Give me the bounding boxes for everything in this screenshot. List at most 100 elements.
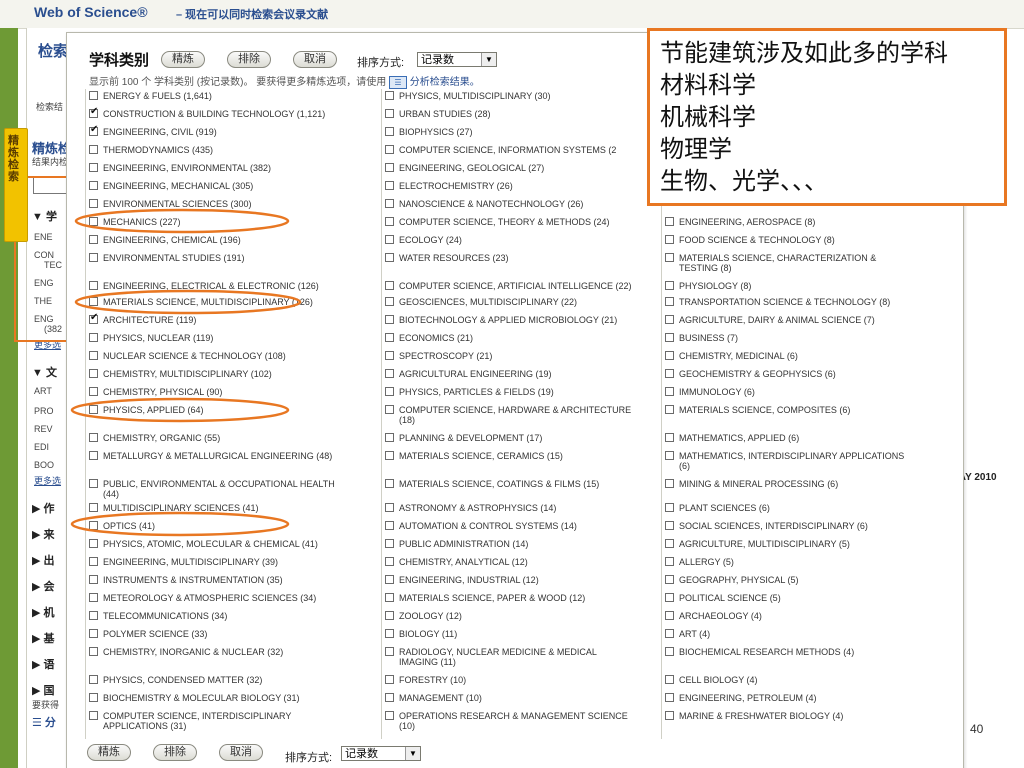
category-checkbox[interactable] (89, 235, 98, 244)
category-checkbox[interactable] (665, 235, 674, 244)
category-checkbox[interactable] (89, 107, 98, 118)
category-label[interactable]: PHYSICS, CONDENSED MATTER (32) (103, 675, 262, 685)
category-label[interactable]: CHEMISTRY, MULTIDISCIPLINARY (102) (103, 369, 272, 379)
category-label[interactable]: BIOPHYSICS (27) (399, 127, 473, 137)
category-checkbox[interactable] (665, 557, 674, 566)
category-checkbox[interactable] (385, 145, 394, 154)
category-checkbox[interactable] (385, 693, 394, 702)
bg-section[interactable]: ▶ 会 (32, 578, 55, 594)
category-checkbox[interactable] (89, 451, 98, 460)
category-checkbox[interactable] (385, 369, 394, 378)
refine-side-tab[interactable]: 精炼检索 (4, 128, 28, 242)
category-checkbox[interactable] (665, 539, 674, 548)
category-label[interactable]: CELL BIOLOGY (4) (679, 675, 758, 685)
category-checkbox[interactable] (665, 503, 674, 512)
category-checkbox[interactable] (385, 297, 394, 306)
category-label[interactable]: ENGINEERING, AEROSPACE (8) (679, 217, 815, 227)
bg-section-doctype[interactable]: ▼ 文 (32, 364, 57, 380)
category-checkbox[interactable] (385, 521, 394, 530)
category-checkbox[interactable] (385, 181, 394, 190)
category-label[interactable]: FOOD SCIENCE & TECHNOLOGY (8) (679, 235, 835, 245)
category-label[interactable]: PHYSICS, ATOMIC, MOLECULAR & CHEMICAL (4… (103, 539, 318, 549)
category-label[interactable]: METALLURGY & METALLURGICAL ENGINEERING (… (103, 451, 332, 461)
category-label[interactable]: MULTIDISCIPLINARY SCIENCES (41) (103, 503, 259, 513)
category-checkbox[interactable] (665, 575, 674, 584)
category-label[interactable]: ASTRONOMY & ASTROPHYSICS (14) (399, 503, 556, 513)
category-label[interactable]: PUBLIC ADMINISTRATION (14) (399, 539, 528, 549)
sort-select[interactable]: 记录数 ▼ (417, 52, 497, 67)
category-checkbox[interactable] (385, 503, 394, 512)
category-label[interactable]: MATERIALS SCIENCE, MULTIDISCIPLINARY (12… (103, 297, 313, 307)
category-label[interactable]: MATERIALS SCIENCE, PAPER & WOOD (12) (399, 593, 585, 603)
category-label[interactable]: ECONOMICS (21) (399, 333, 473, 343)
category-checkbox[interactable] (665, 479, 674, 488)
category-checkbox[interactable] (89, 675, 98, 684)
category-label[interactable]: BIOCHEMICAL RESEARCH METHODS (4) (679, 647, 854, 657)
category-label[interactable]: MATERIALS SCIENCE, COATINGS & FILMS (15) (399, 479, 599, 489)
category-label[interactable]: INSTRUMENTS & INSTRUMENTATION (35) (103, 575, 283, 585)
category-label[interactable]: AGRICULTURE, DAIRY & ANIMAL SCIENCE (7) (679, 315, 875, 325)
category-label[interactable]: TELECOMMUNICATIONS (34) (103, 611, 227, 621)
analyze-icon[interactable]: ☰ (389, 75, 408, 89)
category-checkbox[interactable] (89, 163, 98, 172)
category-label[interactable]: GEOGRAPHY, PHYSICAL (5) (679, 575, 799, 585)
category-checkbox[interactable] (385, 315, 394, 324)
category-label[interactable]: ENVIRONMENTAL SCIENCES (300) (103, 199, 252, 209)
bg-section[interactable]: ▶ 机 (32, 604, 55, 620)
category-checkbox[interactable] (665, 451, 674, 460)
category-checkbox[interactable] (665, 405, 674, 414)
category-checkbox[interactable] (385, 387, 394, 396)
category-label[interactable]: ENGINEERING, CIVIL (919) (103, 127, 217, 137)
category-label[interactable]: COMPUTER SCIENCE, INFORMATION SYSTEMS (2 (399, 145, 616, 155)
category-label[interactable]: MANAGEMENT (10) (399, 693, 482, 703)
category-label-cont[interactable]: APPLICATIONS (31) (103, 721, 186, 731)
category-checkbox[interactable] (89, 521, 98, 530)
category-label[interactable]: ENGINEERING, INDUSTRIAL (12) (399, 575, 539, 585)
category-checkbox[interactable] (665, 593, 674, 602)
category-label[interactable]: ENVIRONMENTAL STUDIES (191) (103, 253, 245, 263)
category-checkbox[interactable] (665, 369, 674, 378)
category-label-cont[interactable]: TESTING (8) (679, 263, 732, 273)
category-checkbox[interactable] (89, 281, 98, 290)
category-label[interactable]: ENGINEERING, MULTIDISCIPLINARY (39) (103, 557, 278, 567)
category-label[interactable]: PHYSICS, APPLIED (64) (103, 405, 204, 415)
category-checkbox[interactable] (385, 351, 394, 360)
category-label[interactable]: ARCHITECTURE (119) (103, 315, 196, 325)
category-checkbox[interactable] (385, 675, 394, 684)
category-label[interactable]: PLANT SCIENCES (6) (679, 503, 770, 513)
category-label[interactable]: BIOTECHNOLOGY & APPLIED MICROBIOLOGY (21… (399, 315, 617, 325)
category-checkbox[interactable] (385, 479, 394, 488)
category-label[interactable]: CHEMISTRY, ANALYTICAL (12) (399, 557, 528, 567)
bg-section[interactable]: ▶ 语 (32, 656, 55, 672)
category-checkbox[interactable] (385, 405, 394, 414)
category-checkbox[interactable] (89, 611, 98, 620)
category-label[interactable]: POLYMER SCIENCE (33) (103, 629, 207, 639)
bg-analyze-button[interactable]: ☰ 分 (32, 714, 56, 730)
bg-section[interactable]: ▶ 基 (32, 630, 55, 646)
category-checkbox[interactable] (89, 297, 98, 306)
category-checkbox[interactable] (385, 253, 394, 262)
category-label[interactable]: TRANSPORTATION SCIENCE & TECHNOLOGY (8) (679, 297, 890, 307)
category-checkbox[interactable] (89, 405, 98, 414)
category-checkbox[interactable] (385, 199, 394, 208)
bg-section[interactable]: ▶ 出 (32, 552, 55, 568)
category-label[interactable]: MATERIALS SCIENCE, CERAMICS (15) (399, 451, 563, 461)
category-label[interactable]: COMPUTER SCIENCE, ARTIFICIAL INTELLIGENC… (399, 281, 632, 291)
category-checkbox[interactable] (89, 351, 98, 360)
category-label[interactable]: THERMODYNAMICS (435) (103, 145, 213, 155)
category-label[interactable]: ELECTROCHEMISTRY (26) (399, 181, 513, 191)
category-label[interactable]: FORESTRY (10) (399, 675, 466, 685)
category-checkbox[interactable] (89, 369, 98, 378)
bg-section[interactable]: ▶ 国 (32, 682, 55, 698)
category-label[interactable]: ENGINEERING, GEOLOGICAL (27) (399, 163, 544, 173)
category-label-cont[interactable]: IMAGING (11) (399, 657, 456, 667)
category-label[interactable]: BUSINESS (7) (679, 333, 738, 343)
category-checkbox[interactable] (89, 181, 98, 190)
category-label[interactable]: PHYSICS, NUCLEAR (119) (103, 333, 213, 343)
category-label[interactable]: SPECTROSCOPY (21) (399, 351, 492, 361)
category-label[interactable]: ENGINEERING, PETROLEUM (4) (679, 693, 817, 703)
bg-more-link[interactable]: 更多选 (34, 474, 61, 487)
category-checkbox[interactable] (665, 611, 674, 620)
category-checkbox[interactable] (385, 593, 394, 602)
category-checkbox[interactable] (385, 281, 394, 290)
